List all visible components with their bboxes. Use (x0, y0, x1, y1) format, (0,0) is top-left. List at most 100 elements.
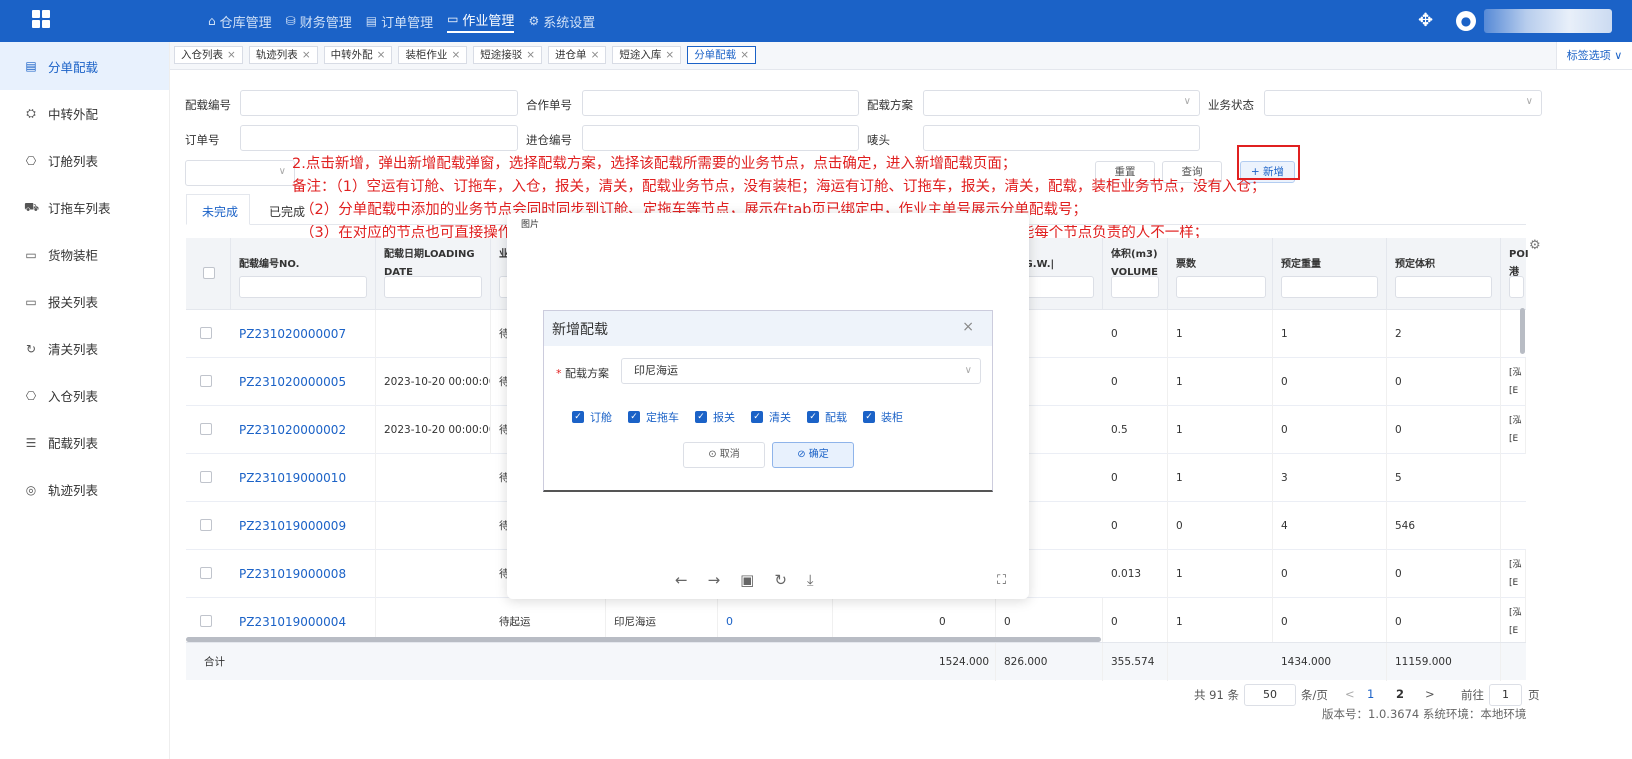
vertical-scrollbar[interactable] (1520, 308, 1525, 354)
nav-settings[interactable]: ⚙ 系统设置 (528, 12, 595, 31)
row-checkbox[interactable] (200, 519, 212, 531)
close-icon[interactable]: × (302, 47, 311, 63)
sidebar-item-warehouse-in[interactable]: ⎔ 入仓列表 (0, 372, 169, 419)
sidebar-item-split-loading[interactable]: ▤ 分单配载 (0, 42, 169, 90)
load-no-link[interactable]: PZ231019000010 (231, 454, 376, 502)
sidebar-item-trucking[interactable]: ⛟ 订拖车列表 (0, 184, 169, 231)
coop-no-input[interactable] (582, 90, 859, 116)
sidebar-item-clearance[interactable]: ↻ 清关列表 (0, 325, 169, 372)
settings-icon: ⚙ (528, 14, 540, 28)
page-size-select[interactable]: 50 (1244, 684, 1296, 706)
close-icon[interactable]: × (962, 319, 974, 335)
folder-icon: ▭ (447, 12, 459, 26)
biz-status-select[interactable]: ∨ (1264, 90, 1542, 116)
plan-select[interactable]: 印尼海运 ∨ (621, 358, 981, 384)
checkbox-loading[interactable]: ✓ 配载 (807, 409, 847, 425)
filter-input[interactable] (384, 276, 482, 298)
close-icon[interactable]: × (526, 47, 535, 63)
checkbox-trucking[interactable]: ✓ 定拖车 (628, 409, 679, 425)
refresh-icon: ↻ (25, 341, 37, 356)
sidebar-item-customs-declare[interactable]: ▭ 报关列表 (0, 278, 169, 325)
load-no-link[interactable]: PZ231019000008 (231, 550, 376, 598)
rotate-icon[interactable]: ↻ (774, 571, 787, 589)
nav-warehouse[interactable]: ⌂ 仓库管理 (208, 12, 272, 31)
tab-warehouse-list[interactable]: 入仓列表 × (174, 46, 243, 64)
plan-select[interactable]: ∨ (923, 90, 1200, 116)
user-name-blurred[interactable] (1484, 9, 1612, 33)
row-checkbox[interactable] (200, 471, 212, 483)
filter-input[interactable] (1176, 276, 1266, 298)
tab-incomplete[interactable]: 未完成 (202, 203, 238, 220)
filter-input[interactable] (1111, 276, 1159, 298)
fit-screen-icon[interactable]: ▣ (740, 571, 754, 589)
mark-input[interactable] (923, 125, 1200, 151)
next-page-button[interactable]: > (1425, 687, 1435, 701)
close-icon[interactable]: × (665, 47, 674, 63)
sidebar-item-loading-list[interactable]: ☰ 配载列表 (0, 419, 169, 466)
apps-grid-icon[interactable] (32, 10, 52, 30)
nav-operations[interactable]: ▭ 作业管理 (447, 10, 515, 33)
order-no-input[interactable] (240, 125, 518, 151)
page-1-button[interactable]: 1 (1367, 687, 1374, 701)
sidebar-item-booking[interactable]: ⎔ 订舱列表 (0, 137, 169, 184)
chevron-down-icon: ∨ (964, 365, 972, 376)
load-no-link[interactable]: PZ231020000002 (231, 406, 376, 454)
arrow-right-icon[interactable]: → (708, 571, 721, 589)
user-avatar-icon[interactable]: ● (1456, 11, 1476, 31)
tab-track-list[interactable]: 轨迹列表 × (248, 46, 318, 64)
top-navigation: ⌂ 仓库管理 ⛁ 财务管理 ▤ 订单管理 ▭ 作业管理 ⚙ 系统设置 (208, 0, 595, 42)
checkbox-customs[interactable]: ✓ 报关 (695, 409, 735, 425)
document-icon: ▤ (365, 14, 378, 28)
warehouse-no-input[interactable] (582, 125, 859, 151)
date-type-select[interactable]: ∨ (185, 160, 295, 186)
fullscreen-icon[interactable]: ⛶ (997, 573, 1006, 588)
sidebar-item-container[interactable]: ▭ 货物装柜 (0, 231, 169, 278)
row-checkbox[interactable] (200, 423, 212, 435)
prev-page-button[interactable]: < (1345, 687, 1355, 701)
row-checkbox[interactable] (200, 567, 212, 579)
column-settings-icon[interactable]: ⚙ (1529, 238, 1541, 253)
row-checkbox[interactable] (200, 615, 212, 627)
load-no-link[interactable]: PZ231020000005 (231, 358, 376, 406)
close-icon[interactable]: × (227, 47, 236, 63)
checkbox-container[interactable]: ✓ 装柜 (863, 409, 903, 425)
row-checkbox[interactable] (200, 327, 212, 339)
tab-options-dropdown[interactable]: 标签选项 ∨ (1556, 42, 1632, 69)
row-checkbox[interactable] (200, 375, 212, 387)
confirm-button[interactable]: ⊘ 确定 (772, 442, 854, 468)
filter-input[interactable] (1395, 276, 1492, 298)
page-2-button[interactable]: 2 (1396, 687, 1404, 701)
nav-finance[interactable]: ⛁ 财务管理 (286, 12, 352, 31)
close-icon[interactable]: × (740, 47, 749, 63)
tab-short-inbound[interactable]: 短途入库 × (612, 46, 682, 64)
move-icon[interactable]: ✥ (1418, 10, 1433, 31)
checkbox-clearance[interactable]: ✓ 清关 (751, 409, 791, 425)
tab-short-haul[interactable]: 短途接驳 × (473, 46, 543, 64)
tab-warehouse-order[interactable]: 进仓单 × (548, 46, 607, 64)
arrow-left-icon[interactable]: ← (675, 571, 688, 589)
load-no-input[interactable] (240, 90, 518, 116)
load-no-link[interactable]: PZ231019000009 (231, 502, 376, 550)
close-icon[interactable]: × (591, 47, 600, 63)
cancel-button[interactable]: ⊙ 取消 (683, 442, 765, 468)
tab-transfer[interactable]: 中转外配 × (323, 46, 393, 64)
checkbox-booking[interactable]: ✓ 订舱 (572, 409, 612, 425)
goto-page-input[interactable]: 1 (1489, 684, 1522, 706)
load-no-link[interactable]: PZ231020000007 (231, 310, 376, 358)
sidebar-item-tracking[interactable]: ◎ 轨迹列表 (0, 466, 169, 513)
select-all-checkbox[interactable] (203, 267, 215, 279)
download-icon[interactable]: ⤓ (807, 571, 814, 589)
close-icon[interactable]: × (451, 47, 460, 63)
booking-icon: ⎔ (25, 153, 37, 168)
check-icon: ✓ (628, 411, 640, 423)
tab-split-loading[interactable]: 分单配载 × (687, 46, 756, 64)
filter-input[interactable] (239, 276, 367, 298)
close-icon[interactable]: × (377, 47, 386, 63)
filter-input[interactable] (1281, 276, 1378, 298)
filter-input[interactable] (1509, 276, 1524, 298)
sidebar-item-transfer[interactable]: ⛭ 中转外配 (0, 90, 169, 137)
horizontal-scrollbar[interactable] (186, 637, 1101, 642)
nav-orders[interactable]: ▤ 订单管理 (366, 12, 433, 31)
tab-complete[interactable]: 已完成 (269, 203, 305, 220)
tab-container-op[interactable]: 装柜作业 × (398, 46, 468, 64)
